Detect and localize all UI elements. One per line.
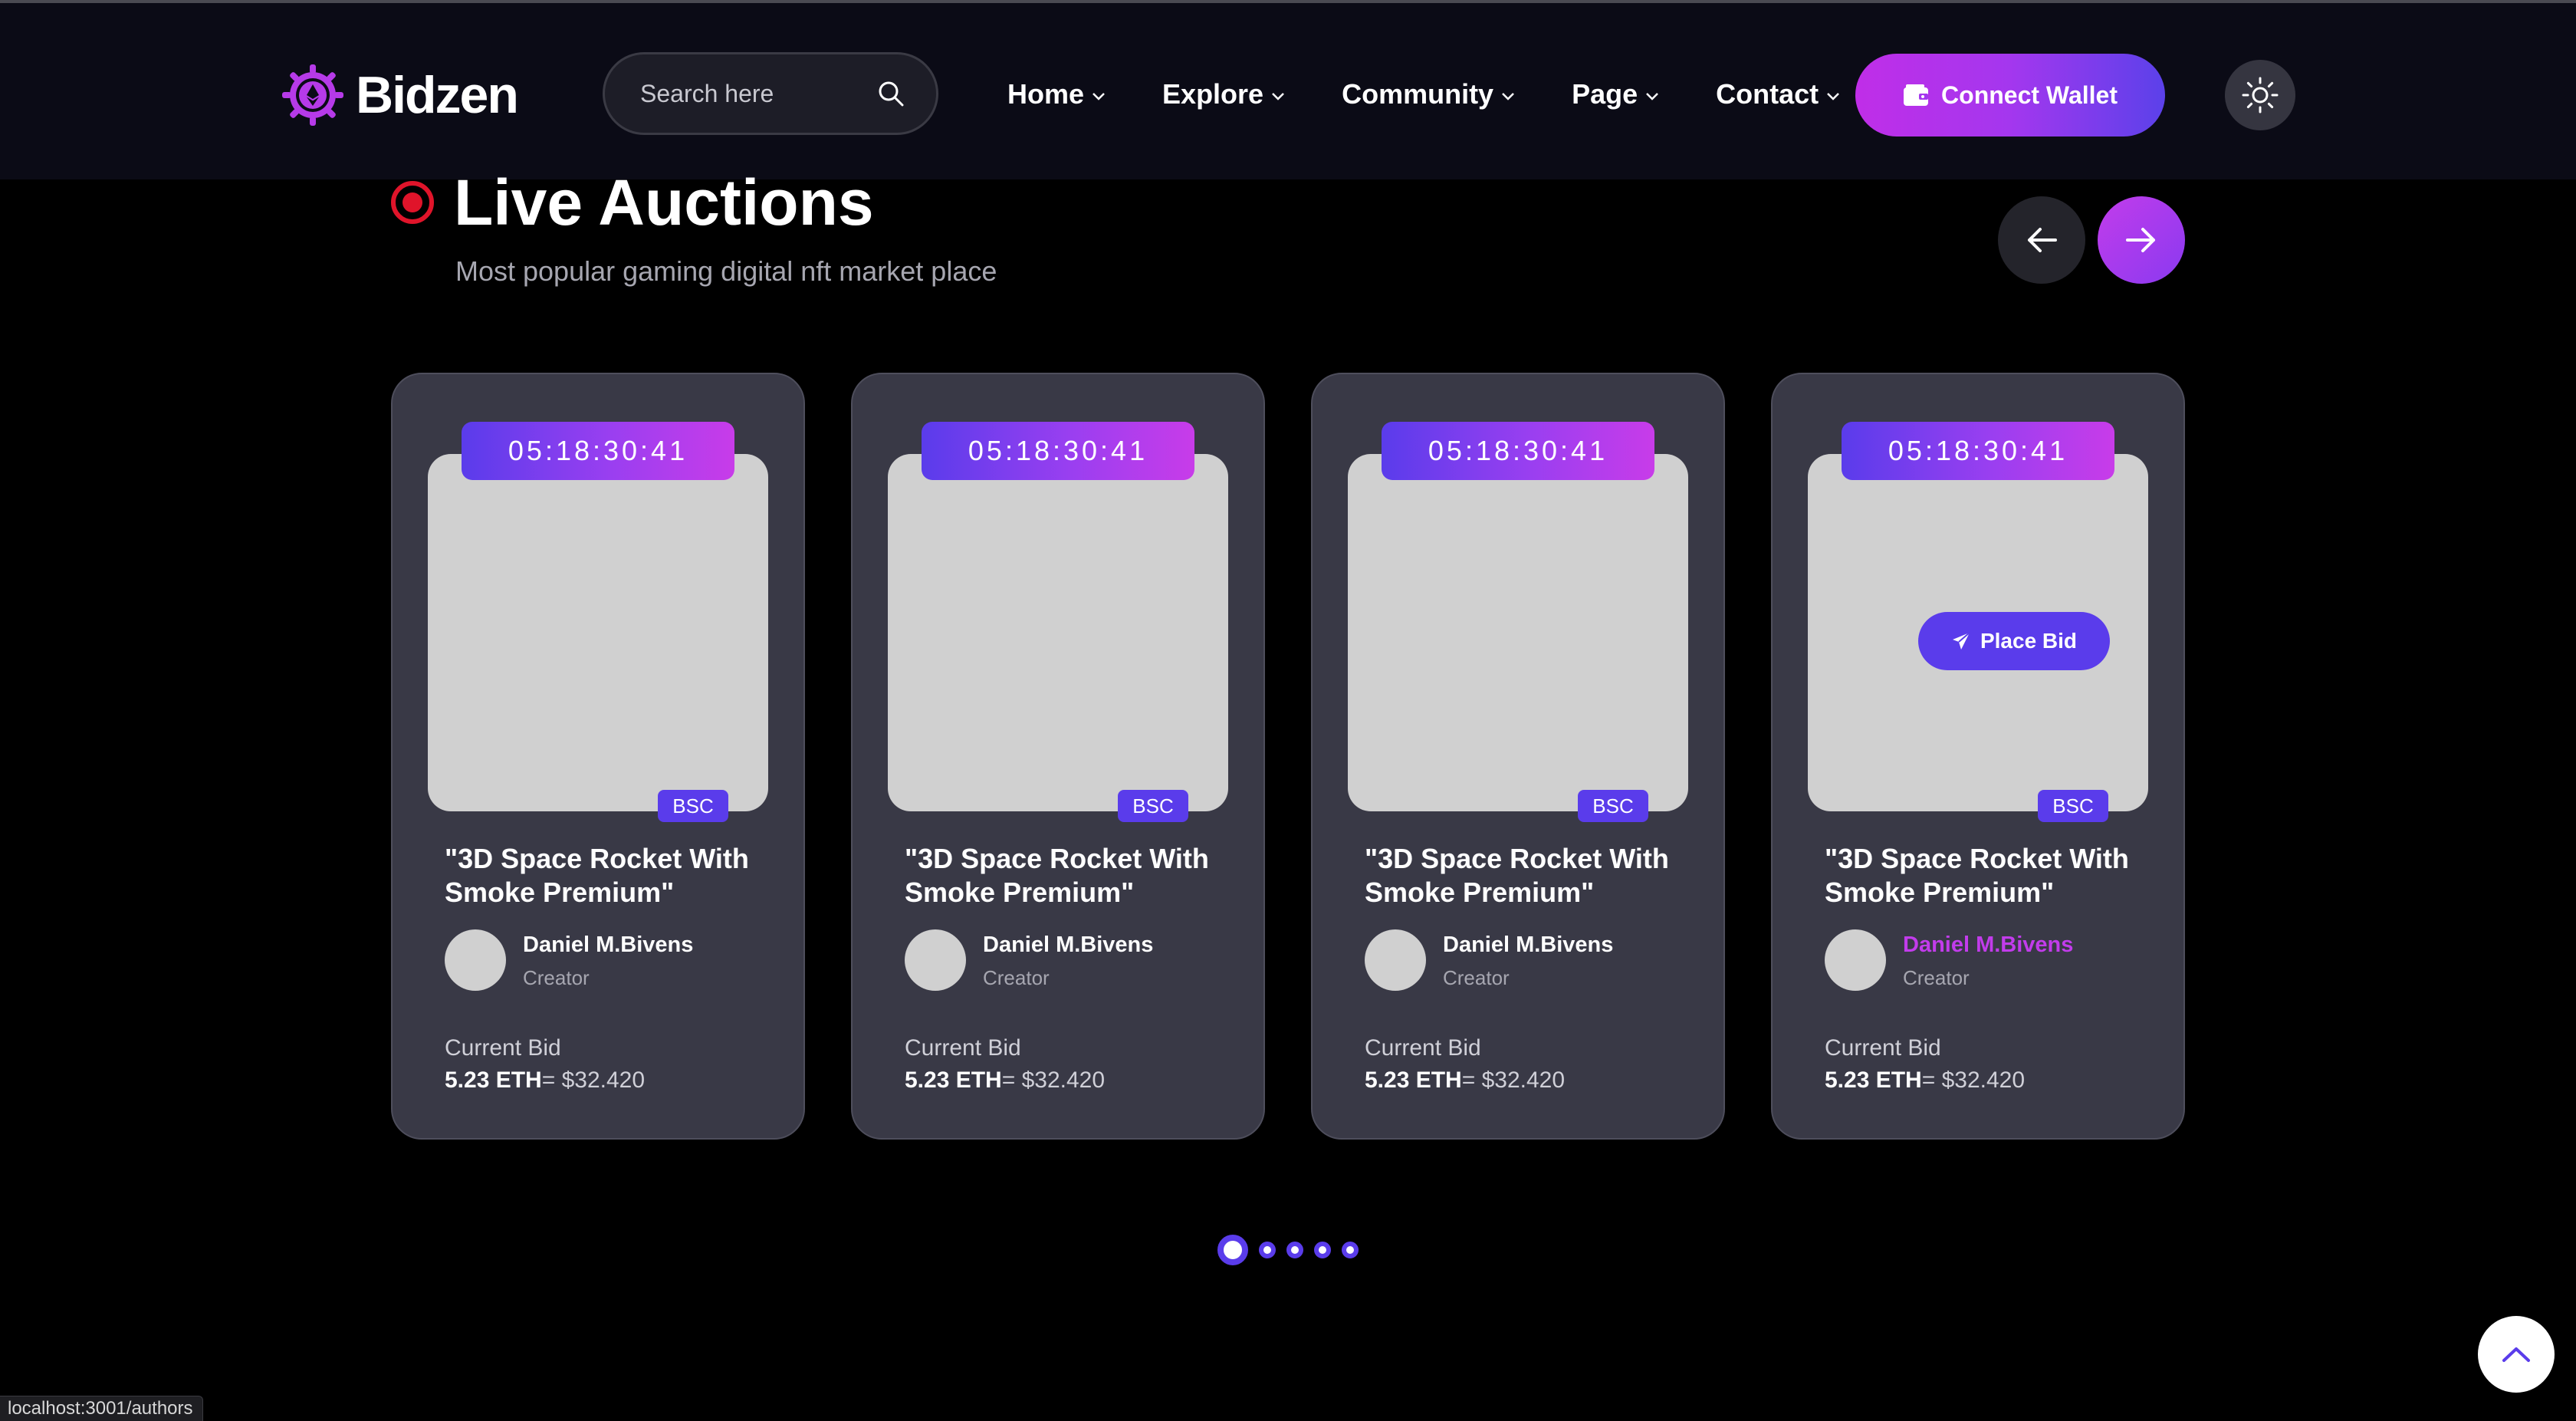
creator-role: Creator — [1443, 966, 1510, 989]
current-bid-label: Current Bid — [1365, 1035, 1481, 1061]
chevron-down-icon — [1827, 93, 1840, 100]
auction-card[interactable]: 05:18:30:41 BSC "3D Space Rocket With Sm… — [1311, 373, 1725, 1140]
current-bid-label: Current Bid — [445, 1035, 561, 1061]
nav-item-label: Community — [1342, 78, 1494, 110]
chevron-down-icon — [1502, 93, 1514, 100]
wallet-icon — [1904, 84, 1929, 106]
carousel-pagination — [1217, 1235, 1359, 1265]
chain-badge: BSC — [1118, 790, 1188, 822]
connect-wallet-label: Connect Wallet — [1941, 81, 2118, 109]
chevron-down-icon — [1272, 93, 1284, 100]
chain-badge: BSC — [658, 790, 728, 822]
logo-icon — [282, 64, 343, 126]
pagination-dot[interactable] — [1286, 1242, 1303, 1258]
bid-usd: = $32.420 — [1921, 1067, 2026, 1093]
back-to-top-button[interactable] — [2478, 1316, 2555, 1393]
creator-role: Creator — [523, 966, 590, 989]
auction-card[interactable]: 05:18:30:41 Place Bid BSC "3D Space Rock… — [1771, 373, 2185, 1140]
site-header: Bidzen Home Explore Community Page Conta… — [0, 3, 2576, 179]
creator-avatar[interactable] — [1365, 929, 1426, 991]
nft-image[interactable] — [888, 454, 1228, 811]
paper-plane-icon — [1952, 632, 1970, 650]
nft-title[interactable]: "3D Space Rocket With Smoke Premium" — [905, 842, 1227, 910]
nav-item-contact[interactable]: Contact — [1716, 78, 1840, 110]
creator-name[interactable]: Daniel M.Bivens — [523, 933, 693, 958]
theme-toggle-button[interactable] — [2225, 60, 2295, 130]
nav-item-label: Home — [1007, 78, 1085, 110]
auction-card[interactable]: 05:18:30:41 BSC "3D Space Rocket With Sm… — [851, 373, 1265, 1140]
brand-logo[interactable]: Bidzen — [281, 58, 519, 132]
current-bid-value: 5.23 ETH= $32.420 — [905, 1067, 1105, 1094]
creator-avatar[interactable] — [445, 929, 506, 991]
carousel-next-button[interactable] — [2098, 196, 2185, 284]
pagination-dot[interactable] — [1259, 1242, 1276, 1258]
creator-role: Creator — [1903, 966, 1970, 989]
auction-card[interactable]: 05:18:30:41 BSC "3D Space Rocket With Sm… — [391, 373, 805, 1140]
sun-icon — [2242, 77, 2279, 113]
nft-title[interactable]: "3D Space Rocket With Smoke Premium" — [1365, 842, 1687, 910]
current-bid-label: Current Bid — [905, 1035, 1021, 1061]
creator-name[interactable]: Daniel M.Bivens — [983, 933, 1153, 958]
browser-status-url: localhost:3001/authors — [0, 1396, 203, 1421]
chevron-down-icon — [1646, 93, 1659, 100]
countdown-timer: 05:18:30:41 — [922, 422, 1194, 480]
pagination-dot[interactable] — [1314, 1242, 1331, 1258]
arrow-right-icon — [2126, 228, 2155, 252]
arrow-left-icon — [2028, 228, 2057, 252]
countdown-timer: 05:18:30:41 — [1382, 422, 1654, 480]
main-nav: Home Explore Community Page Contact — [1007, 71, 1840, 118]
bid-usd: = $32.420 — [1001, 1067, 1106, 1093]
creator-name[interactable]: Daniel M.Bivens — [1903, 933, 2073, 958]
current-bid-value: 5.23 ETH= $32.420 — [1365, 1067, 1565, 1094]
section-subtitle: Most popular gaming digital nft market p… — [455, 255, 997, 287]
bid-usd: = $32.420 — [541, 1067, 646, 1093]
nft-image[interactable] — [428, 454, 768, 811]
nft-image[interactable] — [1348, 454, 1688, 811]
nav-item-page[interactable]: Page — [1572, 78, 1659, 110]
search-input[interactable] — [639, 78, 876, 109]
countdown-timer: 05:18:30:41 — [462, 422, 734, 480]
creator-role: Creator — [983, 966, 1050, 989]
current-bid-value: 5.23 ETH= $32.420 — [1825, 1067, 2025, 1094]
creator-avatar[interactable] — [905, 929, 966, 991]
live-indicator-icon — [391, 181, 434, 224]
pagination-dot[interactable] — [1217, 1235, 1248, 1265]
nft-title[interactable]: "3D Space Rocket With Smoke Premium" — [445, 842, 767, 910]
chevron-down-icon — [1092, 93, 1105, 100]
place-bid-label: Place Bid — [1980, 629, 2078, 653]
nav-item-explore[interactable]: Explore — [1162, 78, 1285, 110]
pagination-dot[interactable] — [1342, 1242, 1359, 1258]
current-bid-label: Current Bid — [1825, 1035, 1941, 1061]
bid-eth: 5.23 ETH — [905, 1067, 1002, 1093]
bid-usd: = $32.420 — [1461, 1067, 1566, 1093]
nft-title[interactable]: "3D Space Rocket With Smoke Premium" — [1825, 842, 2147, 910]
bid-eth: 5.23 ETH — [1825, 1067, 1922, 1093]
chain-badge: BSC — [1578, 790, 1648, 822]
chain-badge: BSC — [2038, 790, 2108, 822]
countdown-timer: 05:18:30:41 — [1842, 422, 2114, 480]
chevron-up-icon — [2502, 1347, 2530, 1362]
search-icon[interactable] — [876, 79, 905, 108]
nav-item-label: Explore — [1162, 78, 1264, 110]
nav-item-home[interactable]: Home — [1007, 78, 1106, 110]
creator-avatar[interactable] — [1825, 929, 1886, 991]
brand-name: Bidzen — [356, 66, 519, 124]
section-title: Live Auctions — [454, 166, 874, 238]
creator-name[interactable]: Daniel M.Bivens — [1443, 933, 1613, 958]
connect-wallet-button[interactable]: Connect Wallet — [1855, 54, 2165, 137]
current-bid-value: 5.23 ETH= $32.420 — [445, 1067, 645, 1094]
search-box — [603, 52, 938, 135]
carousel-prev-button[interactable] — [1998, 196, 2085, 284]
nav-item-label: Contact — [1716, 78, 1819, 110]
nav-item-community[interactable]: Community — [1342, 78, 1515, 110]
place-bid-button[interactable]: Place Bid — [1918, 612, 2110, 670]
bid-eth: 5.23 ETH — [445, 1067, 542, 1093]
bid-eth: 5.23 ETH — [1365, 1067, 1462, 1093]
nav-item-label: Page — [1572, 78, 1638, 110]
